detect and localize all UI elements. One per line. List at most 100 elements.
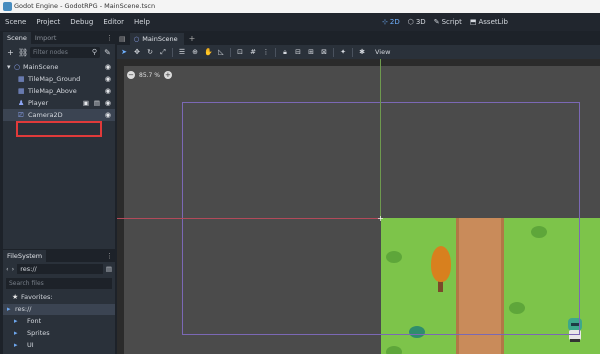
kinematicbody-icon: ♟ <box>18 99 25 107</box>
tilemap-icon: ▦ <box>18 75 25 83</box>
visibility-eye-icon[interactable]: ◉ <box>105 97 111 109</box>
menu-project[interactable]: Project <box>31 13 65 31</box>
filesystem-dock-tabs: FileSystem ⋮ <box>3 250 115 262</box>
visibility-eye-icon[interactable]: ◉ <box>105 109 111 121</box>
tree-node-label: Camera2D <box>28 111 63 119</box>
filter-nodes-input[interactable]: Filter nodes ⚲ <box>30 46 100 58</box>
visibility-eye-icon[interactable]: ◉ <box>105 73 111 85</box>
toolbar-divider <box>230 47 231 57</box>
menu-help[interactable]: Help <box>129 13 155 31</box>
workspace-2d[interactable]: ⊹ 2D <box>382 18 400 26</box>
ruler-mode-icon[interactable]: ◺ <box>217 45 225 59</box>
filesystem-path[interactable]: res:// <box>17 264 103 274</box>
favorites-header[interactable]: ★ Favorites: <box>3 292 115 303</box>
tab-mainscene[interactable]: ○ MainScene <box>129 33 184 45</box>
3d-icon: ⬡ <box>407 18 414 26</box>
tab-import[interactable]: Import <box>31 32 61 44</box>
tree-node-player[interactable]: ♟ Player ▣ ▤ ◉ <box>3 97 115 109</box>
dock-menu-icon[interactable]: ⋮ <box>106 32 115 44</box>
tree-node-tilemap-ground[interactable]: ▦ TileMap_Ground ◉ <box>3 73 115 85</box>
2d-icon: ⊹ <box>382 18 388 26</box>
tab-scene[interactable]: Scene <box>3 32 31 44</box>
pan-mode-icon[interactable]: ✋ <box>204 45 213 59</box>
scene-panel: + ⛓ Filter nodes ⚲ ✎ ▾ ○ MainScene ◉ ▦ T… <box>3 44 115 249</box>
scene-tree: ▾ ○ MainScene ◉ ▦ TileMap_Ground ◉ ▦ Til… <box>3 61 115 121</box>
ruler-top <box>117 59 600 66</box>
group-icon[interactable]: ⊞ <box>307 45 315 59</box>
add-scene-tab-icon[interactable]: + <box>184 33 196 45</box>
x-axis-line <box>117 218 381 219</box>
2d-viewport[interactable]: + − 85.7 % + <box>117 59 600 354</box>
fs-item-res[interactable]: ▸ res:// <box>3 304 115 315</box>
menu-debug[interactable]: Debug <box>65 13 98 31</box>
workspace-3d[interactable]: ⬡ 3D <box>408 18 426 26</box>
rotate-mode-icon[interactable]: ↻ <box>146 45 154 59</box>
visibility-eye-icon[interactable]: ◉ <box>105 85 111 97</box>
fs-item-label: Sprites <box>27 329 50 337</box>
scene-toolbar: + ⛓ Filter nodes ⚲ ✎ <box>3 44 115 60</box>
scale-mode-icon[interactable]: ⤢ <box>159 45 167 59</box>
attach-script-icon[interactable]: ✎ <box>103 48 112 57</box>
filesystem-panel: FileSystem ⋮ ‹ › res:// ▤ Search files ★… <box>3 250 115 354</box>
skeleton-icon[interactable]: ✦ <box>339 45 347 59</box>
folder-icon: ▸ <box>14 317 18 325</box>
instance-scene-icon[interactable]: ⛓ <box>18 48 28 57</box>
add-node-icon[interactable]: + <box>6 48 15 57</box>
script-icon[interactable]: ▤ <box>94 97 100 109</box>
scene-tabs-menu-icon[interactable]: ▤ <box>117 33 130 45</box>
camera-override-icon[interactable]: ✱ <box>358 45 366 59</box>
lock-icon[interactable]: 🔒︎ <box>281 45 289 59</box>
camera2d-icon: ⎚ <box>18 111 24 119</box>
workspace-2d-label: 2D <box>389 18 400 26</box>
tab-filesystem[interactable]: FileSystem <box>3 250 47 262</box>
workspace-script-label: Script <box>441 18 462 26</box>
folder-icon: ▸ <box>7 305 11 313</box>
tree-node-mainscene[interactable]: ▾ ○ MainScene ◉ <box>3 61 115 73</box>
instance-icon[interactable]: ▣ <box>83 97 89 109</box>
toolbar-divider <box>352 47 353 57</box>
collapse-arrow-icon[interactable]: ▾ <box>7 61 11 73</box>
fs-item-font[interactable]: ▸ Font <box>3 316 115 327</box>
unlock-icon[interactable]: ⊟ <box>294 45 302 59</box>
list-select-icon[interactable]: ☰ <box>178 45 186 59</box>
menu-scene[interactable]: Scene <box>0 13 31 31</box>
zoom-level[interactable]: 85.7 % <box>139 72 160 79</box>
search-files-input[interactable]: Search files <box>6 278 112 289</box>
visibility-eye-icon[interactable]: ◉ <box>105 61 111 73</box>
workspace-script[interactable]: ✎ Script <box>434 18 462 26</box>
fs-item-sprites[interactable]: ▸ Sprites <box>3 328 115 339</box>
select-mode-icon[interactable]: ➤ <box>120 45 128 59</box>
ungroup-icon[interactable]: ⊠ <box>320 45 328 59</box>
scene-icon: ○ <box>133 35 140 43</box>
view-menu[interactable]: View <box>375 48 390 56</box>
back-icon[interactable]: ‹ <box>6 265 9 273</box>
window-title: Godot Engine - GodotRPG - MainScene.tscn <box>14 2 156 10</box>
move-mode-icon[interactable]: ✥ <box>133 45 141 59</box>
tree-node-label: TileMap_Ground <box>28 75 81 83</box>
split-view-icon[interactable]: ▤ <box>106 265 112 273</box>
tree-node-tilemap-above[interactable]: ▦ TileMap_Above ◉ <box>3 85 115 97</box>
forward-icon[interactable]: › <box>12 265 15 273</box>
smart-snap-icon[interactable]: ⊡ <box>236 45 244 59</box>
fs-item-ui[interactable]: ▸ UI <box>3 340 115 351</box>
editor-scene-tabs: ▤ ○ MainScene + <box>117 32 600 45</box>
tree-node-label: TileMap_Above <box>28 87 77 95</box>
godot-logo-icon <box>3 2 12 11</box>
snap-options-icon[interactable]: ⋮ <box>262 45 270 59</box>
player-feet <box>570 339 580 342</box>
zoom-out-button[interactable]: − <box>127 71 135 79</box>
grid-snap-icon[interactable]: # <box>249 45 257 59</box>
fs-item-label: res:// <box>15 305 32 313</box>
y-axis-line <box>380 59 381 219</box>
workspace-assetlib[interactable]: ⬒ AssetLib <box>470 18 508 26</box>
tree-node-camera2d[interactable]: ⎚ Camera2D ◉ <box>3 109 115 121</box>
menu-editor[interactable]: Editor <box>98 13 129 31</box>
folder-icon: ▸ <box>14 329 18 337</box>
window-titlebar: Godot Engine - GodotRPG - MainScene.tscn <box>0 0 600 13</box>
ruler-left <box>117 59 124 354</box>
dock-menu-icon[interactable]: ⋮ <box>106 250 115 262</box>
zoom-in-button[interactable]: + <box>163 71 172 79</box>
fs-item-label: UI <box>27 341 34 349</box>
pivot-icon[interactable]: ⊕ <box>191 45 199 59</box>
scene-dock-tabs: Scene Import ⋮ <box>3 32 115 44</box>
